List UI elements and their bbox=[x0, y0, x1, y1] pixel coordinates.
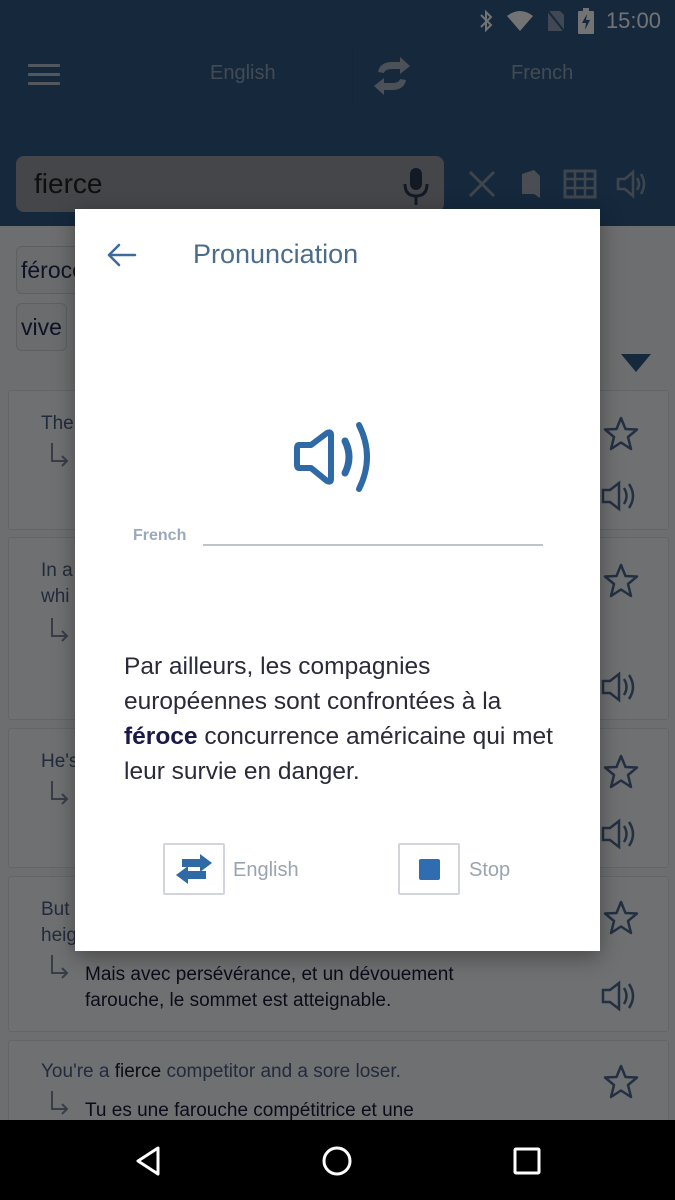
stop-button[interactable] bbox=[398, 843, 460, 895]
play-pronunciation-icon[interactable] bbox=[293, 419, 383, 495]
language-field-underline bbox=[203, 544, 543, 546]
stop-icon bbox=[418, 858, 440, 880]
pronunciation-dialog: Pronunciation French Par ailleurs, les c… bbox=[75, 209, 600, 951]
switch-language-button[interactable] bbox=[163, 843, 225, 895]
back-arrow-icon[interactable] bbox=[105, 242, 137, 268]
highlighted-term: féroce bbox=[124, 723, 198, 750]
language-field-label: French bbox=[133, 527, 187, 544]
stop-label[interactable]: Stop bbox=[469, 859, 510, 882]
nav-back-icon[interactable] bbox=[132, 1144, 166, 1178]
switch-language-label[interactable]: English bbox=[233, 859, 299, 882]
nav-recents-icon[interactable] bbox=[510, 1144, 544, 1178]
nav-home-icon[interactable] bbox=[320, 1144, 354, 1178]
example-sentence: Par ailleurs, les compagnies européennes… bbox=[124, 653, 553, 785]
dialog-title: Pronunciation bbox=[193, 239, 359, 269]
system-navigation-bar bbox=[0, 1120, 675, 1200]
swap-arrows-icon bbox=[176, 854, 212, 884]
